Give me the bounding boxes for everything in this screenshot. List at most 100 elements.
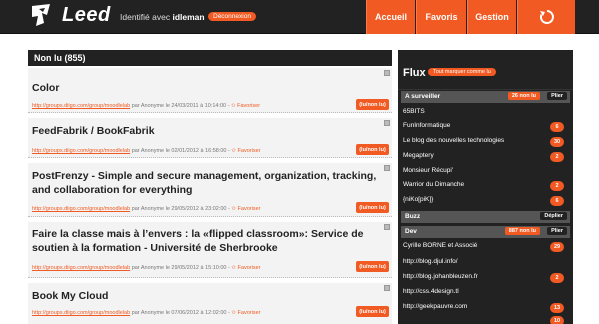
article-title[interactable]: Color [32, 82, 59, 96]
favorite-link[interactable]: Favoriser [238, 265, 261, 271]
feed-unread-count[interactable]: 10 [550, 316, 564, 324]
feed-item[interactable]: http://blog.johanbleuzen.fr 2 [403, 273, 568, 284]
toggle-read-button[interactable]: (lu/non lu) [356, 261, 389, 272]
collapse-icon[interactable] [384, 120, 390, 126]
feed-name: http://blog.djul.info/ [403, 258, 458, 265]
favorite-link[interactable]: Favoriser [237, 103, 260, 109]
folder-unread-count[interactable]: 887 non lu [504, 227, 540, 235]
article-item: Faire la classe mais à l’envers : la «fl… [28, 222, 392, 278]
toggle-read-button[interactable]: (lu/non lu) [356, 99, 389, 110]
feed-name: Warrior du Dimanche [403, 181, 465, 188]
toggle-read-button[interactable]: (lu/non lu) [356, 202, 389, 213]
top-bar: Leed Identifié avec idleman Déconnexion … [0, 0, 599, 34]
nav-gestion[interactable]: Gestion [467, 0, 516, 34]
article-item: Color http://groups.diigo.com/group/mood… [28, 68, 392, 113]
favorite-link[interactable]: Favoriser [238, 310, 261, 316]
star-icon[interactable]: ✩ [231, 310, 236, 316]
feed-item[interactable]: http://blog.djul.info/ [403, 258, 568, 269]
star-icon[interactable]: ✩ [231, 206, 236, 212]
article-source-link[interactable]: http://groups.diigo.com/group/moodlelab [32, 265, 130, 271]
leed-logo-icon [32, 4, 50, 26]
folder-unread-count[interactable]: 26 non lu [507, 92, 540, 100]
folder-name: Dev [405, 228, 417, 235]
folder-toggle-button[interactable]: Plier [547, 227, 567, 235]
feed-unread-count[interactable]: 2 [550, 273, 564, 283]
feed-item[interactable]: Megaptery 2 [403, 152, 568, 163]
feed-item[interactable]: {niKo[piK]} 6 [403, 196, 568, 207]
article-author: par Anonyme le 24/03/2011 à 10:14:00 [131, 103, 227, 109]
logout-button[interactable]: Déconnexion [208, 12, 256, 21]
feed-item[interactable]: Le blog des nouvelles technologies 30 [403, 137, 568, 148]
identity-text: Identifié avec idleman [120, 12, 205, 22]
feed-item[interactable]: http://css.4design.tl [403, 288, 568, 299]
article-item: PostFrenzy - Simple and secure managemen… [28, 163, 392, 217]
article-author: par Anonyme le 29/05/2012 à 15:10:00 [131, 265, 227, 271]
folder-buzz[interactable]: Buzz Déplier [401, 211, 570, 223]
brand-name[interactable]: Leed [62, 4, 111, 27]
collapse-icon[interactable] [384, 165, 390, 171]
article-meta: http://groups.diigo.com/group/moodlelab … [32, 206, 261, 212]
feed-unread-count[interactable]: 2 [550, 152, 564, 162]
folder-toggle-button[interactable]: Déplier [540, 212, 567, 220]
feed-item[interactable]: Monsieur Récupi' [403, 167, 568, 178]
feed-item[interactable]: Cyrille BORNE et Associé 29 [403, 242, 568, 253]
flux-title: Flux [403, 67, 426, 79]
article-title[interactable]: Book My Cloud [32, 290, 108, 304]
folder-dev[interactable]: Dev 887 non lu Plier [401, 226, 570, 238]
article-source-link[interactable]: http://groups.diigo.com/group/moodlelab [32, 310, 130, 316]
feed-name: Le blog des nouvelles technologies [403, 137, 505, 144]
article-title[interactable]: PostFrenzy - Simple and secure managemen… [32, 170, 382, 197]
article-author: par Anonyme le 07/06/2012 à 12:02:00 [131, 310, 227, 316]
flux-sidebar: Flux Tout marquer comme lu A surveiller … [398, 50, 573, 324]
folder-a-surveiller[interactable]: A surveiller 26 non lu Plier [401, 91, 570, 103]
favorite-link[interactable]: Favoriser [238, 206, 261, 212]
feed-unread-count[interactable]: 30 [550, 137, 564, 147]
nav-accueil[interactable]: Accueil [366, 0, 415, 34]
feed-name: {niKo[piK]} [403, 196, 434, 203]
feed-unread-count[interactable]: 6 [550, 196, 564, 206]
feed-unread-count[interactable]: 2 [550, 181, 564, 191]
feed-item[interactable]: Warrior du Dimanche 2 [403, 181, 568, 192]
article-source-link[interactable]: http://groups.diigo.com/group/moodlelab [32, 103, 130, 109]
article-author: par Anonyme le 02/01/2012 à 16:58:00 [131, 148, 227, 154]
feed-unread-count[interactable]: 29 [550, 242, 564, 252]
feed-name: Cyrille BORNE et Associé [403, 242, 478, 249]
article-item: Book My Cloud http://groups.diigo.com/gr… [28, 283, 392, 324]
feed-unread-count[interactable]: 6 [550, 122, 564, 132]
mark-all-read-button[interactable]: Tout marquer comme lu [428, 68, 496, 76]
star-icon[interactable]: ✩ [231, 265, 236, 271]
refresh-icon [539, 10, 554, 24]
article-title[interactable]: FeedFabrik / BookFabrik [32, 125, 155, 139]
nav-favoris[interactable]: Favoris [416, 0, 466, 34]
article-meta: http://groups.diigo.com/group/moodlelab … [32, 148, 261, 154]
toggle-read-button[interactable]: (lu/non lu) [356, 306, 389, 317]
folder-toggle-button[interactable]: Plier [547, 92, 567, 100]
feed-unread-count[interactable]: 13 [550, 303, 564, 313]
feed-name: http://geekpauvre.com [403, 303, 468, 310]
favorite-link[interactable]: Favoriser [238, 148, 261, 154]
star-icon[interactable]: ✩ [231, 148, 236, 154]
feed-item[interactable]: http://geekpauvre.com 13 [403, 303, 568, 314]
feed-name: http://blog.johanbleuzen.fr [403, 273, 478, 280]
article-title[interactable]: Faire la classe mais à l’envers : la «fl… [32, 228, 387, 255]
collapse-icon[interactable] [384, 285, 390, 291]
feed-item[interactable]: 65BITS [403, 108, 568, 119]
feed-item[interactable]: 10 [403, 316, 568, 324]
star-icon[interactable]: ✩ [231, 103, 236, 109]
folder-name: Buzz [405, 213, 421, 220]
toggle-read-button[interactable]: (lu/non lu) [356, 144, 389, 155]
feed-name: Monsieur Récupi' [403, 167, 454, 174]
feed-item[interactable]: FunInformatique 6 [403, 122, 568, 133]
folder-name: A surveiller [405, 93, 441, 100]
flux-header: Flux Tout marquer comme lu [398, 50, 573, 90]
feed-name: http://css.4design.tl [403, 288, 459, 295]
article-source-link[interactable]: http://groups.diigo.com/group/moodlelab [32, 206, 130, 212]
article-source-link[interactable]: http://groups.diigo.com/group/moodlelab [32, 148, 130, 154]
article-author: par Anonyme le 29/05/2012 à 23:02:00 [131, 206, 227, 212]
divider [28, 157, 392, 158]
feed-name: Megaptery [403, 152, 434, 159]
refresh-button[interactable] [517, 0, 575, 34]
article-meta: http://groups.diigo.com/group/moodlelab … [32, 103, 261, 109]
collapse-icon[interactable] [384, 70, 390, 76]
identity-prefix: Identifié avec [120, 12, 171, 22]
